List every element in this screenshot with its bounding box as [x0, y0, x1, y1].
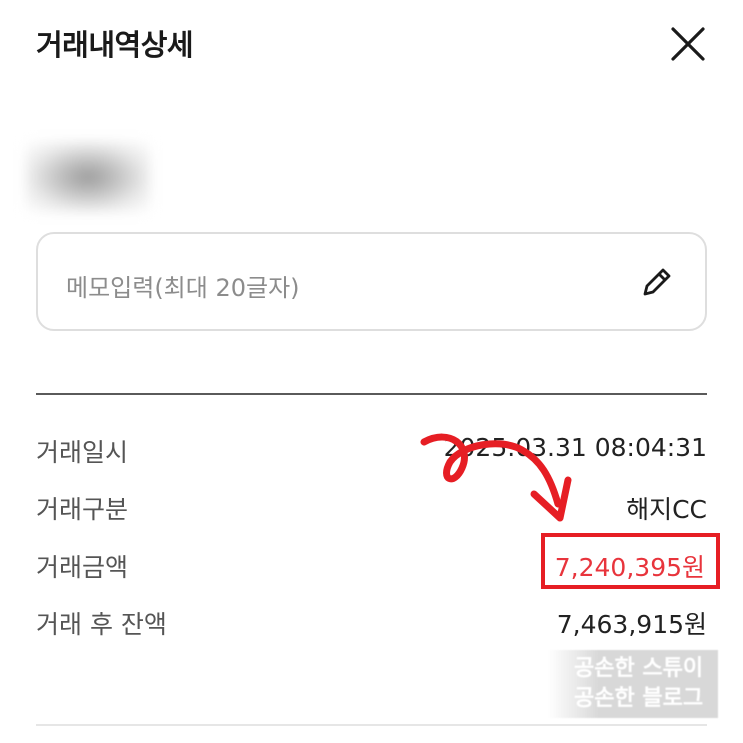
annotation-highlight-box	[541, 533, 720, 589]
detail-label: 거래 후 잔액	[36, 610, 167, 639]
memo-input[interactable]: 메모입력(최대 20글자)	[36, 232, 707, 331]
detail-label: 거래일시	[36, 438, 129, 467]
watermark-line: 공손한 스튜이	[574, 656, 704, 681]
detail-row-balance: 거래 후 잔액 7,463,915원	[36, 599, 707, 639]
detail-row-datetime: 거래일시 2025.03.31 08:04:31	[36, 427, 707, 467]
blurred-account-name	[26, 142, 150, 212]
memo-placeholder: 메모입력(최대 20글자)	[66, 274, 300, 302]
detail-label: 거래구분	[36, 495, 129, 524]
page-title: 거래내역상세	[36, 28, 194, 62]
transaction-detail-page: 거래내역상세 메모입력(최대 20글자) 거래일시 2025.03.31 08:…	[0, 0, 743, 743]
blog-watermark: 공손한 스튜이 공손한 블로그	[548, 650, 718, 718]
bottom-divider	[36, 724, 707, 726]
pencil-icon[interactable]	[639, 264, 675, 300]
section-divider	[36, 393, 707, 395]
watermark-line: 공손한 블로그	[574, 686, 704, 711]
detail-value: 해지CC	[626, 495, 707, 524]
detail-row-type: 거래구분 해지CC	[36, 484, 707, 524]
detail-value: 7,463,915원	[556, 610, 707, 639]
annotation-arrow-icon	[420, 433, 572, 522]
close-button[interactable]	[668, 24, 708, 64]
detail-label: 거래금액	[36, 553, 129, 582]
close-icon	[671, 27, 705, 61]
